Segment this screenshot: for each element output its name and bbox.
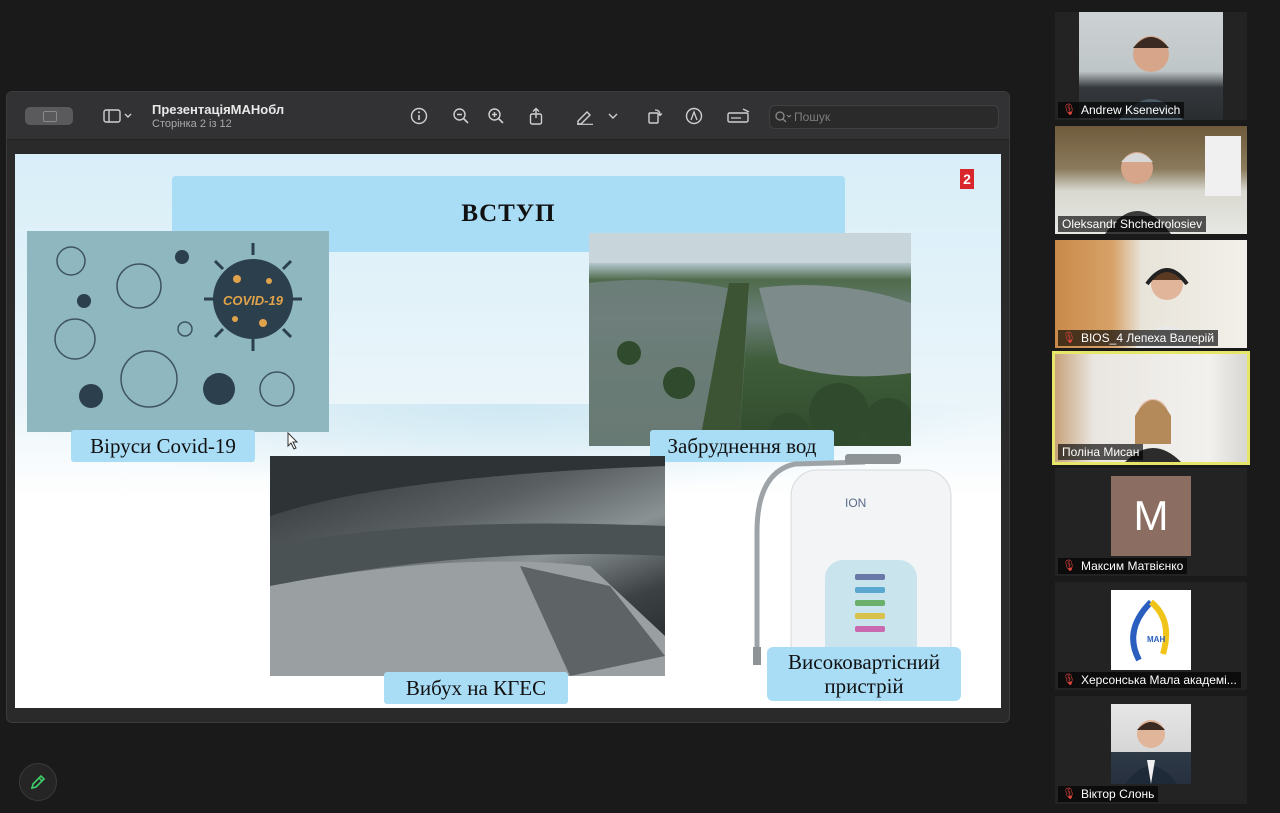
sidebar-toggle-button[interactable] xyxy=(100,104,136,128)
caption-device-line1: Високовартісний xyxy=(788,650,940,674)
pencil-icon xyxy=(30,774,46,790)
zoom-in-button[interactable] xyxy=(484,104,508,128)
mouse-cursor-icon xyxy=(287,432,299,450)
mic-muted-icon: 🎙 xyxy=(1062,674,1076,686)
participant-tile[interactable]: Oleksandr Shchedrolosiev xyxy=(1055,126,1247,234)
participant-name: 🎙 Максим Матвієнко xyxy=(1058,558,1188,574)
dam-explosion-image xyxy=(270,456,665,676)
avatar xyxy=(1111,704,1191,784)
zoom-meeting-screen: ПрезентаціяМАНобл Сторінка 2 із 12 Пошук… xyxy=(0,0,1280,813)
avatar: M xyxy=(1111,476,1191,556)
mic-muted-icon: 🎙 xyxy=(1062,560,1076,572)
participant-name: 🎙 Херсонська Мала академі... xyxy=(1058,672,1241,688)
participant-tile[interactable]: MAH 🎙 Херсонська Мала академі... xyxy=(1055,582,1247,690)
slide-title: ВСТУП xyxy=(461,200,556,227)
participant-tile[interactable]: 🎙 Віктор Слонь xyxy=(1055,696,1247,804)
mic-muted-icon: 🎙 xyxy=(1062,332,1076,344)
window-toggle-button[interactable] xyxy=(25,107,73,125)
preview-toolbar: ПрезентаціяМАНобл Сторінка 2 із 12 Пошук xyxy=(7,92,1009,140)
zoom-out-icon xyxy=(453,108,469,124)
slide-page-number: 2 xyxy=(960,169,974,189)
annotate-button[interactable] xyxy=(682,104,706,128)
flooded-river-image xyxy=(589,233,911,446)
annotate-icon xyxy=(685,107,703,125)
document-title: ПрезентаціяМАНобл xyxy=(152,102,285,117)
covid-logo-text: COVID-19 xyxy=(223,293,284,308)
mic-muted-icon: 🎙 xyxy=(1062,104,1076,116)
participant-name: 🎙 Andrew Ksenevich xyxy=(1058,102,1185,118)
svg-text:ION: ION xyxy=(845,496,866,510)
participant-tile[interactable]: 🎙 Andrew Ksenevich xyxy=(1055,12,1247,120)
svg-text:MAH: MAH xyxy=(1147,635,1165,644)
form-icon xyxy=(727,108,750,123)
markup-menu-button[interactable] xyxy=(606,104,620,128)
info-button[interactable] xyxy=(407,104,431,128)
page-indicator: Сторінка 2 із 12 xyxy=(152,118,232,130)
participant-name: 🎙 Віктор Слонь xyxy=(1058,786,1159,802)
form-fill-button[interactable] xyxy=(725,104,753,128)
rotate-icon xyxy=(648,109,663,124)
annotate-pencil-button[interactable] xyxy=(19,763,57,801)
share-icon xyxy=(529,107,543,125)
participant-tile-active-speaker[interactable]: Поліна Мисан xyxy=(1052,351,1250,465)
caption-device: Високовартісний пристрій xyxy=(767,647,961,701)
search-input[interactable]: Пошук xyxy=(769,105,999,129)
caption-covid: Віруси Covid-19 xyxy=(71,430,255,462)
caption-dam: Вибух на КГЕС xyxy=(384,672,568,704)
info-icon xyxy=(410,107,428,125)
participant-tile[interactable]: 🎙 BIOS_4 Лепеха Валерій xyxy=(1055,240,1247,348)
mic-muted-icon: 🎙 xyxy=(1062,788,1076,800)
pen-icon xyxy=(577,111,593,125)
markup-button[interactable] xyxy=(573,104,597,128)
caption-device-line2: пристрій xyxy=(824,674,904,698)
search-icon xyxy=(775,111,792,123)
slide: ВСТУП 2 COVID-19 Віруси Covid-19 Забрудн… xyxy=(15,154,1001,708)
organization-logo: MAH xyxy=(1111,590,1191,670)
zoom-in-icon xyxy=(488,108,504,124)
chevron-down-icon xyxy=(608,113,618,119)
participant-name: 🎙 BIOS_4 Лепеха Валерій xyxy=(1058,330,1219,346)
participant-name: Поліна Мисан xyxy=(1058,444,1144,460)
participant-tile[interactable]: M 🎙 Максим Матвієнко xyxy=(1055,468,1247,576)
zoom-out-button[interactable] xyxy=(449,104,473,128)
participant-name: Oleksandr Shchedrolosiev xyxy=(1058,216,1207,232)
preview-window: ПрезентаціяМАНобл Сторінка 2 із 12 Пошук… xyxy=(6,91,1010,723)
rotate-button[interactable] xyxy=(643,104,667,128)
share-button[interactable] xyxy=(524,104,548,128)
covid-virus-image: COVID-19 xyxy=(27,231,329,432)
sidebar-icon xyxy=(103,109,132,123)
